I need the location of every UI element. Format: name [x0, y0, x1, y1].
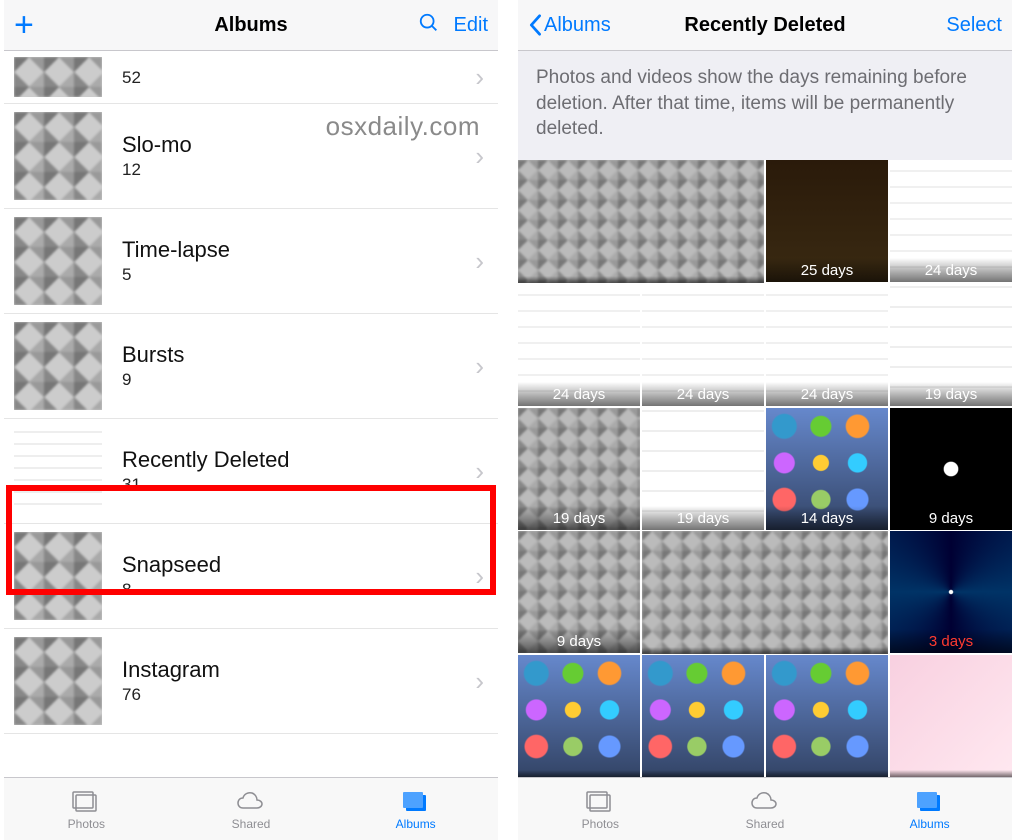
album-title: Snapseed — [122, 552, 221, 578]
tab-label: Shared — [746, 817, 785, 831]
search-icon[interactable] — [418, 12, 440, 39]
album-row[interactable]: 52 › — [4, 51, 498, 104]
album-thumb — [14, 112, 102, 200]
chevron-right-icon: › — [475, 456, 484, 487]
album-title: Bursts — [122, 342, 184, 368]
select-button[interactable]: Select — [946, 14, 1002, 37]
tab-bar: Photos Shared Albums — [4, 777, 498, 840]
album-thumb — [14, 532, 102, 620]
days-label: 19 days — [642, 506, 764, 530]
album-title: Instagram — [122, 657, 220, 683]
back-label: Albums — [544, 14, 611, 37]
albums-header: + Albums Edit — [4, 0, 498, 51]
days-label: 9 days — [890, 506, 1012, 530]
days-label: 14 days — [766, 506, 888, 530]
tab-bar: Photos Shared Albums — [518, 777, 1012, 840]
album-thumb — [14, 322, 102, 410]
recently-deleted-screen: Albums Recently Deleted Select Photos an… — [518, 0, 1012, 840]
photo-cell[interactable]: 25 days — [766, 160, 888, 282]
album-row-bursts[interactable]: Bursts 9 › — [4, 314, 498, 419]
album-title: Recently Deleted — [122, 447, 290, 473]
days-label — [642, 770, 764, 777]
photo-cell[interactable] — [518, 655, 640, 777]
album-thumb — [14, 637, 102, 725]
chevron-right-icon: › — [475, 141, 484, 172]
album-count: 9 — [122, 370, 184, 390]
photo-cell[interactable] — [766, 655, 888, 777]
photo-cell[interactable] — [642, 655, 764, 777]
days-label: 25 days — [766, 258, 888, 282]
album-count: 31 — [122, 475, 290, 495]
add-album-button[interactable]: + — [14, 8, 34, 42]
photo-cell[interactable]: 19 days — [642, 408, 764, 530]
photo-cell[interactable]: 19 days — [518, 408, 640, 530]
days-label: 3 days — [890, 629, 1012, 653]
album-row-snapseed[interactable]: Snapseed 8 › — [4, 524, 498, 629]
tab-label: Photos — [68, 817, 105, 831]
detail-header: Albums Recently Deleted Select — [518, 0, 1012, 51]
albums-screen: + Albums Edit osxdaily.com 52 › — [4, 0, 498, 840]
tab-photos[interactable]: Photos — [4, 778, 169, 840]
chevron-right-icon: › — [475, 351, 484, 382]
album-row-instagram[interactable]: Instagram 76 › — [4, 629, 498, 734]
tab-albums[interactable]: Albums — [333, 778, 498, 840]
info-text: Photos and videos show the days remainin… — [518, 51, 1012, 160]
photo-cell[interactable] — [642, 531, 888, 654]
days-label: 24 days — [890, 258, 1012, 282]
album-row-recently-deleted[interactable]: Recently Deleted 31 › — [4, 419, 498, 524]
album-count: 8 — [122, 580, 221, 600]
album-title: Time-lapse — [122, 237, 230, 263]
chevron-right-icon: › — [475, 246, 484, 277]
photo-cell[interactable]: 24 days — [890, 160, 1012, 282]
albums-title: Albums — [214, 14, 287, 37]
chevron-right-icon: › — [475, 62, 484, 93]
photo-cell[interactable]: 24 days — [518, 284, 640, 406]
photo-cell[interactable] — [518, 160, 764, 283]
days-label — [518, 276, 764, 283]
tab-photos[interactable]: Photos — [518, 778, 683, 840]
album-count: 76 — [122, 685, 220, 705]
photo-cell[interactable]: 24 days — [766, 284, 888, 406]
album-count: 52 — [122, 68, 141, 88]
album-count: 12 — [122, 160, 192, 180]
days-label: 9 days — [518, 629, 640, 653]
days-label: 24 days — [766, 382, 888, 406]
album-row-timelapse[interactable]: Time-lapse 5 › — [4, 209, 498, 314]
tab-shared[interactable]: Shared — [683, 778, 848, 840]
tab-albums[interactable]: Albums — [847, 778, 1012, 840]
album-title: Slo-mo — [122, 132, 192, 158]
back-button[interactable]: Albums — [528, 14, 611, 37]
photo-cell[interactable]: 9 days — [890, 408, 1012, 530]
tab-label: Albums — [396, 817, 436, 831]
days-label: 19 days — [890, 382, 1012, 406]
days-label: 19 days — [518, 506, 640, 530]
photo-grid[interactable]: 25 days 24 days 24 days 24 days 24 days … — [518, 160, 1012, 777]
tab-label: Albums — [910, 817, 950, 831]
days-label — [766, 770, 888, 777]
days-label: 24 days — [518, 382, 640, 406]
chevron-right-icon: › — [475, 561, 484, 592]
album-thumb — [14, 427, 102, 515]
days-label: 24 days — [642, 382, 764, 406]
photo-cell[interactable]: 14 days — [766, 408, 888, 530]
days-label — [642, 647, 888, 654]
days-label — [890, 770, 1012, 777]
photo-cell[interactable] — [890, 655, 1012, 777]
tab-label: Shared — [232, 817, 271, 831]
album-row-slomo[interactable]: Slo-mo 12 › — [4, 104, 498, 209]
photo-cell[interactable]: 24 days — [642, 284, 764, 406]
album-thumb — [14, 57, 102, 97]
days-label — [518, 770, 640, 777]
photo-cell[interactable]: 9 days — [518, 531, 640, 653]
edit-button[interactable]: Edit — [454, 14, 488, 37]
tab-shared[interactable]: Shared — [169, 778, 334, 840]
detail-title: Recently Deleted — [684, 14, 845, 37]
albums-list[interactable]: osxdaily.com 52 › Slo-mo 12 › Time — [4, 51, 498, 777]
photo-cell[interactable]: 3 days — [890, 531, 1012, 653]
tab-label: Photos — [582, 817, 619, 831]
chevron-right-icon: › — [475, 666, 484, 697]
album-count: 5 — [122, 265, 230, 285]
photo-cell[interactable]: 19 days — [890, 284, 1012, 406]
album-thumb — [14, 217, 102, 305]
